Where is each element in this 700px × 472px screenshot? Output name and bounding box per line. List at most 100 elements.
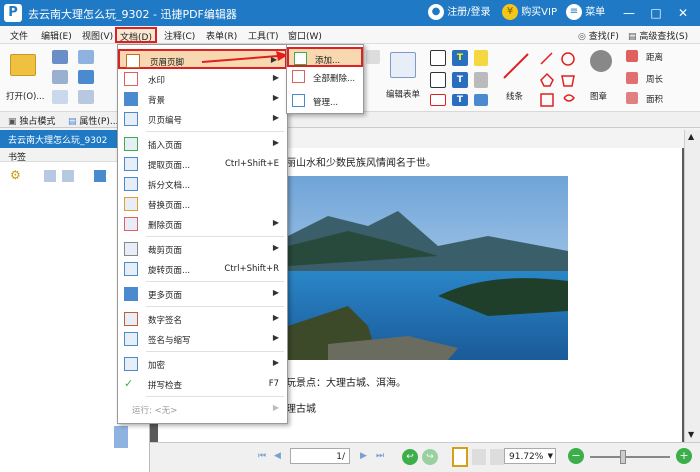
menu-separator bbox=[146, 236, 284, 237]
login-button[interactable]: ● 注册/登录 bbox=[428, 4, 491, 22]
submenu-arrow-icon: ▶ bbox=[272, 358, 279, 367]
callout-icon[interactable] bbox=[430, 72, 446, 88]
menu-item-spell-check[interactable]: ✓ 拼写检查 F7 bbox=[118, 374, 287, 394]
menu-view[interactable]: 视图(V) bbox=[82, 29, 113, 42]
bookmark-add-icon[interactable] bbox=[44, 170, 56, 182]
note-icon[interactable] bbox=[474, 50, 488, 66]
close-window-button[interactable]: ✕ bbox=[672, 4, 694, 22]
menu-separator bbox=[146, 351, 284, 352]
pin-icon: ▣ bbox=[8, 117, 17, 127]
share-icon[interactable] bbox=[78, 70, 94, 84]
folder-icon bbox=[10, 54, 36, 76]
open-button[interactable]: 打开(O)... bbox=[6, 50, 44, 102]
menu-item-label: 运行: <无> bbox=[132, 406, 178, 416]
area-button[interactable]: 面积 bbox=[626, 92, 696, 106]
continuous-view-icon[interactable] bbox=[472, 449, 486, 465]
submenu-item-remove-all[interactable]: 全部删除... bbox=[287, 67, 363, 87]
line-button[interactable]: 线条 bbox=[498, 48, 534, 104]
menu-item-encrypt[interactable]: 加密 ▶ bbox=[118, 354, 287, 374]
scroll-down-button[interactable]: ▼ bbox=[688, 430, 694, 439]
document-icon[interactable] bbox=[52, 90, 68, 104]
menu-tools[interactable]: 工具(T) bbox=[248, 29, 279, 42]
menu-separator bbox=[146, 306, 284, 307]
perimeter-button[interactable]: 周长 bbox=[626, 72, 696, 86]
menu-item-crop-page[interactable]: 裁剪页面 ▶ bbox=[118, 239, 287, 259]
menu-item-rotate-page[interactable]: 旋转页面... Ctrl+Shift+R bbox=[118, 259, 287, 279]
page-number-input[interactable]: 1/ bbox=[290, 448, 350, 464]
scan-icon[interactable] bbox=[78, 90, 94, 104]
save-icon[interactable] bbox=[52, 50, 68, 64]
typewriter-icon[interactable] bbox=[430, 94, 446, 106]
menu-item-split-document[interactable]: 拆分文档... bbox=[118, 174, 287, 194]
single-page-view-icon[interactable] bbox=[452, 447, 468, 467]
email-icon[interactable] bbox=[78, 50, 94, 64]
distance-button[interactable]: 距离 bbox=[626, 50, 696, 64]
menu-button[interactable]: ≡ 菜单 bbox=[566, 4, 605, 22]
menu-file[interactable]: 文件 bbox=[10, 29, 28, 42]
text-underline-icon[interactable]: T bbox=[452, 94, 468, 106]
minimize-button[interactable]: — bbox=[618, 4, 640, 22]
prev-page-button[interactable]: ◀ bbox=[274, 451, 281, 461]
sound-icon[interactable] bbox=[474, 94, 488, 106]
menu-item-background[interactable]: 背景 ▶ bbox=[118, 89, 287, 109]
zoom-out-button[interactable]: − bbox=[568, 448, 584, 464]
scroll-up-button[interactable]: ▲ bbox=[688, 132, 694, 141]
zoom-slider-thumb[interactable] bbox=[620, 450, 626, 464]
go-back-button[interactable]: ↩ bbox=[402, 449, 418, 465]
menu-item-extract-page[interactable]: 提取页面... Ctrl+Shift+E bbox=[118, 154, 287, 174]
textbox-icon[interactable] bbox=[430, 50, 446, 66]
exclusive-mode-button[interactable]: ▣ 独占模式 bbox=[8, 114, 55, 127]
menu-form[interactable]: 表单(R) bbox=[206, 29, 237, 42]
menu-item-watermark[interactable]: 水印 ▶ bbox=[118, 69, 287, 89]
last-page-button[interactable]: ⏭ bbox=[376, 451, 384, 461]
watermark-icon bbox=[124, 72, 138, 86]
bookmark-expand-icon[interactable] bbox=[62, 170, 74, 182]
menu-item-page-numbering[interactable]: 贝页编号 ▶ bbox=[118, 109, 287, 129]
menu-item-label: 页眉页脚 bbox=[150, 58, 185, 68]
menu-item-delete-page[interactable]: 删除页面 ▶ bbox=[118, 214, 287, 234]
maximize-button[interactable]: □ bbox=[645, 4, 667, 22]
menu-window[interactable]: 窗口(W) bbox=[288, 29, 322, 42]
properties-button[interactable]: ▤ 属性(P)... bbox=[68, 114, 118, 127]
edit-form-button[interactable]: 编辑表单 bbox=[384, 48, 424, 100]
vertical-scrollbar[interactable]: ▲ ▼ bbox=[684, 130, 700, 442]
advanced-find-button[interactable]: ▤ 高级查找(S) bbox=[628, 29, 688, 42]
menu-item-sign-initials[interactable]: 签名与缩写 ▶ bbox=[118, 329, 287, 349]
stamp-button[interactable]: 图章 bbox=[584, 48, 618, 104]
zoom-select[interactable]: 91.72% ▼ bbox=[504, 448, 556, 464]
attach-icon[interactable] bbox=[474, 72, 488, 88]
menu-bar: 文件 编辑(E) 视图(V) 文档(D) 注释(C) 表单(R) 工具(T) 窗… bbox=[0, 26, 700, 44]
add-icon bbox=[294, 52, 307, 65]
header-footer-submenu: 添加... 全部删除... 管理... bbox=[286, 44, 364, 114]
line-label: 线条 bbox=[506, 92, 524, 102]
first-page-button[interactable]: ⏮ bbox=[258, 451, 266, 461]
stamp-icon bbox=[590, 50, 612, 72]
facing-view-icon[interactable] bbox=[490, 449, 504, 465]
menu-item-label: 更多页面 bbox=[148, 291, 183, 301]
page-number-icon bbox=[124, 112, 138, 126]
text-highlight-icon[interactable]: T bbox=[452, 50, 468, 66]
submenu-item-add[interactable]: 添加... bbox=[287, 47, 363, 67]
find-button[interactable]: ◎ 查找(F) bbox=[578, 29, 619, 42]
go-forward-button[interactable]: ↪ bbox=[422, 449, 438, 465]
menu-item-insert-page[interactable]: 插入页面 ▶ bbox=[118, 134, 287, 154]
menu-document[interactable]: 文档(D) bbox=[115, 27, 157, 43]
bookmark-new-icon[interactable] bbox=[94, 170, 106, 182]
submenu-item-manage[interactable]: 管理... bbox=[287, 91, 363, 111]
zoom-slider[interactable] bbox=[590, 456, 670, 458]
shapes-icons[interactable] bbox=[538, 50, 588, 110]
next-page-button[interactable]: ▶ bbox=[360, 451, 367, 461]
menu-item-digital-signature[interactable]: 数字签名 ▶ bbox=[118, 309, 287, 329]
menu-item-replace-page[interactable]: 替换页面... bbox=[118, 194, 287, 214]
login-label: 注册/登录 bbox=[447, 7, 491, 18]
text-strike-icon[interactable]: T bbox=[452, 72, 468, 88]
zoom-in-button[interactable]: + bbox=[676, 448, 692, 464]
menu-edit[interactable]: 编辑(E) bbox=[41, 29, 72, 42]
menu-separator bbox=[146, 396, 284, 397]
gear-icon[interactable]: ⚙ bbox=[10, 168, 24, 182]
text-tool-icon[interactable] bbox=[366, 50, 380, 64]
menu-comment[interactable]: 注释(C) bbox=[164, 29, 195, 42]
menu-item-more-pages[interactable]: 更多页面 ▶ bbox=[118, 284, 287, 304]
buy-vip-button[interactable]: ¥ 购买VIP bbox=[502, 4, 557, 22]
print-icon[interactable] bbox=[52, 70, 68, 84]
